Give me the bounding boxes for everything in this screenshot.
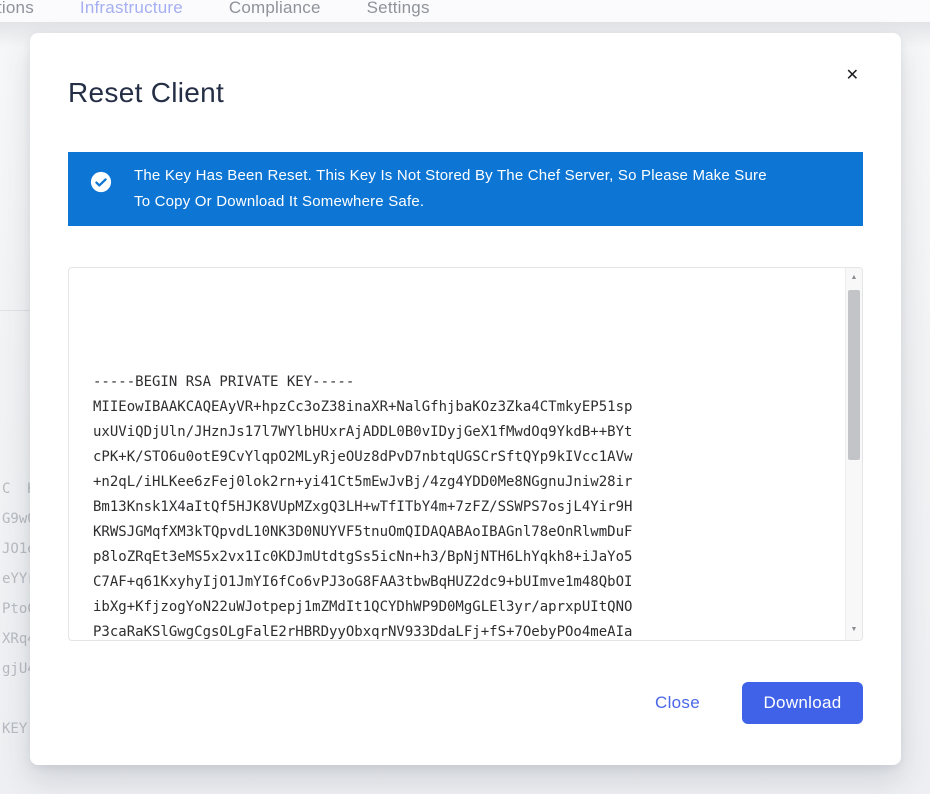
close-icon[interactable]: ✕ <box>846 68 859 84</box>
page: tions Infrastructure Compliance Settings… <box>0 0 930 794</box>
scrollbar-down-icon[interactable]: ▼ <box>846 625 862 635</box>
nav-tab[interactable]: Compliance <box>229 0 321 20</box>
reset-client-modal: ✕ Reset Client The Key Has Been Reset. T… <box>30 33 901 765</box>
private-key-text: -----BEGIN RSA PRIVATE KEY-----MIIEowIBA… <box>93 295 632 641</box>
scrollbar-up-icon[interactable]: ▲ <box>846 273 862 283</box>
private-key-line: C7AF+q61KxyhyIjO1JmYI6fCo6vPJ3oG8FAA3tbw… <box>93 570 632 595</box>
banner-message: The Key Has Been Reset. This Key Is Not … <box>134 163 782 215</box>
private-key-line: -----BEGIN RSA PRIVATE KEY----- <box>93 370 632 395</box>
success-banner: The Key Has Been Reset. This Key Is Not … <box>68 152 863 226</box>
private-key-line: cPK+K/STO6u0otE9CvYlqpO2MLyRjeOUz8dPvD7n… <box>93 445 632 470</box>
scrollbar[interactable]: ▲ ▼ <box>845 268 862 640</box>
close-button[interactable]: Close <box>655 693 700 713</box>
nav-tab[interactable]: tions <box>0 0 34 20</box>
download-button[interactable]: Download <box>742 682 863 724</box>
background-divider <box>0 310 30 311</box>
check-circle-icon <box>90 171 112 193</box>
private-key-line: p8loZRqEt3eMS5x2vx1Ic0KDJmUtdtgSs5icNn+h… <box>93 545 632 570</box>
private-key-line: KRWSJGMqfXM3kTQpvdL10NK3D0NUYVF5tnuOmQID… <box>93 520 632 545</box>
nav-tab[interactable]: Infrastructure <box>80 0 183 20</box>
private-key-line: MIIEowIBAAKCAQEAyVR+hpzCc3oZ38inaXR+NalG… <box>93 395 632 420</box>
private-key-line: uxUViQDjUln/JHznJs17l7WYlbHUxrAjADDL0B0v… <box>93 420 632 445</box>
private-key-line: P3caRaKSlGwgCgsOLgFalE2rHBRDyyObxqrNV933… <box>93 620 632 641</box>
private-key-line: ibXg+KfjzogYoN22uWJotpepj1mZMdIt1QCYDhWP… <box>93 595 632 620</box>
scrollbar-thumb[interactable] <box>848 290 860 460</box>
private-key-line: +n2qL/iHLKee6zFej0lok2rn+yi41Ct5mEwJvBj/… <box>93 470 632 495</box>
modal-title: Reset Client <box>68 77 224 109</box>
private-key-textarea[interactable]: -----BEGIN RSA PRIVATE KEY-----MIIEowIBA… <box>68 267 863 641</box>
top-nav: tions Infrastructure Compliance Settings <box>0 0 430 20</box>
private-key-line: Bm13Knsk1X4aItQf5HJK8VUpMZxgQ3LH+wTfITbY… <box>93 495 632 520</box>
nav-tab[interactable]: Settings <box>367 0 430 20</box>
